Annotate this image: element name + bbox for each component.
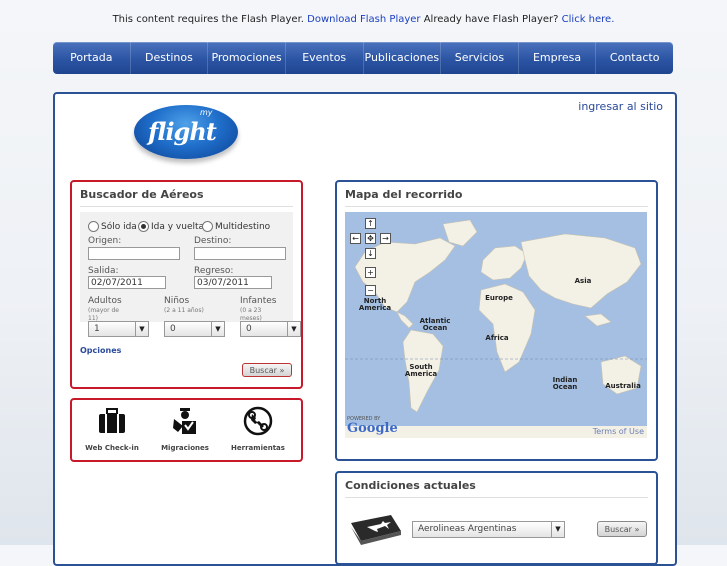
myflight-logo[interactable]: my flight — [134, 105, 240, 165]
migrations-tool[interactable]: Migraciones — [145, 406, 225, 452]
radio-label: Ida y vuelta — [151, 221, 205, 232]
login-link[interactable]: ingresar al sitio — [578, 100, 663, 113]
trip-multi-radio[interactable]: Multidestino — [202, 221, 270, 232]
click-here-link[interactable]: Click here. — [562, 14, 615, 25]
adults-select[interactable]: 1 ▼ — [88, 321, 149, 337]
origin-input[interactable] — [88, 247, 180, 260]
children-label: Niños — [164, 296, 190, 306]
origin-label: Origen: — [88, 236, 122, 246]
migrations-label: Migraciones — [161, 444, 209, 452]
chevron-down-icon: ▼ — [551, 522, 564, 537]
route-map-box: Mapa del recorrido ↑ ← ✥ → ↓ + − North A… — [335, 180, 658, 461]
nav-item-promociones[interactable]: Promociones — [208, 42, 286, 74]
pan-left-icon[interactable]: ← — [350, 233, 361, 244]
airline-value: Aerolineas Argentinas — [418, 524, 517, 534]
airplane-ticket-icon — [347, 513, 403, 545]
destination-label: Destino: — [194, 236, 232, 246]
tools-box: Web Check-in Migraciones Herramientas — [70, 398, 303, 462]
web-checkin-tool[interactable]: Web Check-in — [72, 406, 152, 452]
flash-question: Already have Flash Player? — [423, 14, 559, 25]
world-map[interactable]: ↑ ← ✥ → ↓ + − North America Europe Asia … — [345, 212, 647, 438]
trip-one-way-radio[interactable]: Sólo ida — [88, 221, 137, 232]
conditions-search-button[interactable]: Buscar » — [597, 521, 647, 537]
radio-dot-checked — [138, 221, 149, 232]
nav-item-eventos[interactable]: Eventos — [286, 42, 364, 74]
flight-search-box: Buscador de Aéreos Sólo ida Ida y vuelta… — [70, 180, 303, 389]
infants-label: Infantes — [240, 296, 277, 306]
divider — [80, 206, 293, 207]
nav-item-destinos[interactable]: Destinos — [131, 42, 209, 74]
return-date-input[interactable]: 03/07/2011 — [194, 276, 272, 289]
logo-my: my — [200, 108, 213, 117]
logo-flight: flight — [148, 117, 217, 146]
nav-item-portada[interactable]: Portada — [53, 42, 131, 74]
google-brand: Google — [347, 421, 398, 436]
adults-label: Adultos — [88, 296, 122, 306]
map-label-africa: Africa — [485, 334, 509, 342]
google-logo[interactable]: POWERED BY Google — [347, 416, 398, 435]
children-note: (2 a 11 años) — [164, 307, 204, 314]
flash-notice: This content requires the Flash Player. … — [0, 14, 727, 25]
web-checkin-label: Web Check-in — [85, 444, 139, 452]
infants-value: 0 — [246, 324, 252, 334]
world-map-graphic — [345, 219, 647, 438]
nav-item-empresa[interactable]: Empresa — [519, 42, 597, 74]
radio-label: Multidestino — [215, 221, 271, 232]
chevron-down-icon: ▼ — [211, 322, 224, 336]
map-label-indian: Indian Ocean — [552, 376, 578, 391]
zoom-in-icon[interactable]: + — [365, 267, 376, 278]
tools-label: Herramientas — [231, 444, 285, 452]
radio-dot — [202, 221, 213, 232]
search-button[interactable]: Buscar » — [242, 363, 292, 377]
flash-text: This content requires the Flash Player. — [112, 14, 304, 25]
nav-item-publicaciones[interactable]: Publicaciones — [364, 42, 442, 74]
tools-tool[interactable]: Herramientas — [218, 406, 298, 452]
download-flash-link[interactable]: Download Flash Player — [307, 14, 420, 25]
briefcase-icon — [97, 406, 127, 436]
children-select[interactable]: 0 ▼ — [164, 321, 225, 337]
pan-center-icon[interactable]: ✥ — [365, 233, 376, 244]
map-label-europe: Europe — [485, 294, 513, 302]
main-nav: Portada Destinos Promociones Eventos Pub… — [53, 42, 673, 74]
return-label: Regreso: — [194, 266, 234, 276]
nav-item-contacto[interactable]: Contacto — [596, 42, 673, 74]
pan-down-icon[interactable]: ↓ — [365, 248, 376, 259]
map-label-atlantic: Atlantic Ocean — [419, 317, 451, 332]
route-map-title: Mapa del recorrido — [345, 188, 463, 201]
immigration-officer-icon — [170, 406, 200, 436]
nav-item-servicios[interactable]: Servicios — [441, 42, 519, 74]
conditions-title: Condiciones actuales — [345, 479, 476, 492]
chevron-down-icon: ▼ — [135, 322, 148, 336]
map-label-north-america: North America — [358, 297, 392, 312]
destination-input[interactable] — [194, 247, 286, 260]
search-form-area: Sólo ida Ida y vuelta Multidestino Orige… — [80, 212, 293, 322]
options-link[interactable]: Opciones — [80, 346, 121, 355]
chevron-down-icon: ▼ — [287, 322, 300, 336]
pan-up-icon[interactable]: ↑ — [365, 218, 376, 229]
infants-select[interactable]: 0 ▼ — [240, 321, 301, 337]
zoom-out-icon[interactable]: − — [365, 285, 376, 296]
radio-label: Sólo ida — [101, 221, 137, 232]
divider — [345, 206, 648, 207]
departure-label: Salida: — [88, 266, 119, 276]
flight-search-title: Buscador de Aéreos — [80, 188, 204, 201]
conditions-box: Condiciones actuales Aerolineas Argentin… — [335, 471, 658, 565]
wrench-icon — [243, 406, 273, 436]
map-label-south-america: South America — [404, 363, 438, 378]
map-label-australia: Australia — [605, 382, 641, 390]
trip-round-radio[interactable]: Ida y vuelta — [138, 221, 204, 232]
divider — [345, 497, 648, 498]
departure-date-input[interactable]: 02/07/2011 — [88, 276, 166, 289]
map-label-asia: Asia — [574, 277, 592, 285]
terms-of-use-link[interactable]: Terms of Use — [593, 427, 644, 436]
adults-value: 1 — [94, 324, 100, 334]
children-value: 0 — [170, 324, 176, 334]
radio-dot — [88, 221, 99, 232]
pan-right-icon[interactable]: → — [380, 233, 391, 244]
airline-select[interactable]: Aerolineas Argentinas ▼ — [412, 521, 565, 538]
